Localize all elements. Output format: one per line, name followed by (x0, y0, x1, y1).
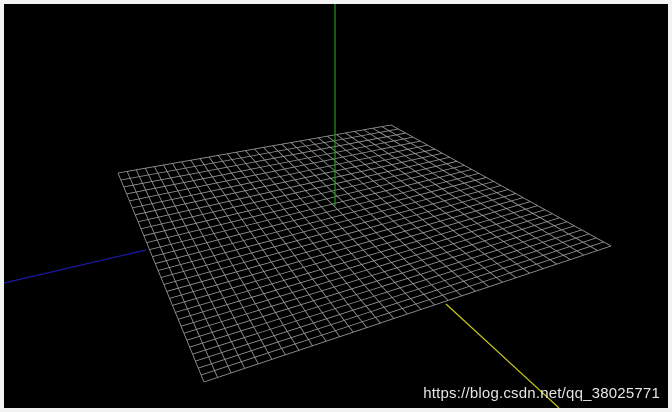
grid-helper (117, 124, 612, 383)
grid-line (290, 142, 463, 297)
webgl-viewport[interactable]: https://blog.csdn.net/qq_38025771 (4, 4, 668, 408)
screenshot-frame: https://blog.csdn.net/qq_38025771 (0, 0, 672, 412)
x-axis-line (4, 249, 147, 284)
grid-line (345, 132, 544, 269)
grid-line (178, 209, 546, 320)
axes-behind-grid (4, 249, 147, 284)
grid-line (195, 233, 590, 362)
grid-line (203, 245, 612, 383)
grid-line (201, 241, 604, 376)
grid-line (192, 229, 582, 355)
watermark-text: https://blog.csdn.net/qq_38025771 (423, 385, 660, 402)
3d-scene-canvas[interactable] (4, 4, 668, 408)
grid-line (189, 225, 575, 348)
axes-in-front (334, 4, 560, 408)
